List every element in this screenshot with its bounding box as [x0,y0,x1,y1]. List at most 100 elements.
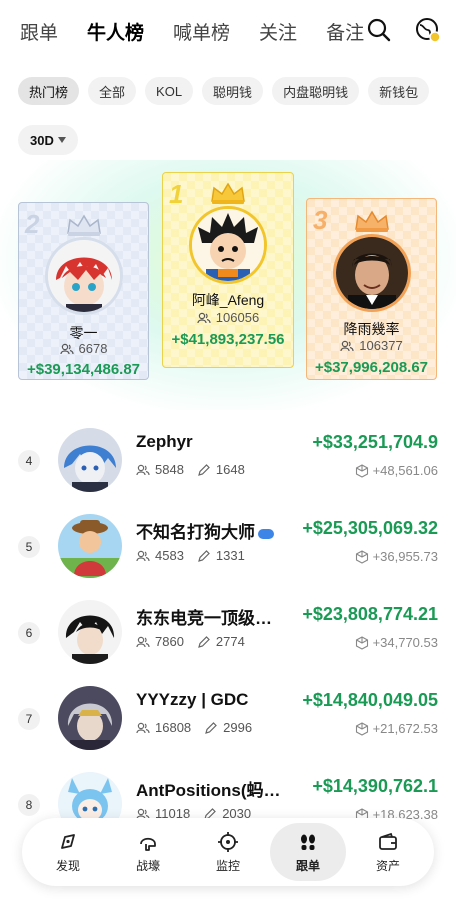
trader-pnl: +$14,840,049.05 [302,690,438,710]
podium-card-1[interactable]: 1 阿峰_Afeng 106056 +$41,893,237.56 [162,172,294,368]
list-item[interactable]: 5 不知名打狗大师 4583 1331 +$25,305,069.32 +36,… [0,506,456,592]
tab-call-board[interactable]: 喊单榜 [173,18,230,45]
filter-chips: 热门榜 全部 KOL 聪明钱 内盘聪明钱 新钱包 [18,77,430,105]
cube-icon [355,549,368,564]
bottom-nav-label: 跟单 [295,858,320,873]
podium-name: 零一 [69,325,98,341]
podium-rank: 2 [25,209,40,239]
trader-name: Zephyr [136,432,193,451]
search-icon[interactable] [366,17,392,43]
chevron-down-icon [57,137,66,143]
followers-count: 106377 [359,338,403,353]
podium-rank: 1 [169,179,184,209]
verified-badge-icon [258,528,274,539]
wallet-icon [379,832,397,850]
podium-card-3[interactable]: 3 降雨幾率 106377 +$37,996,208.67 [306,198,437,380]
globe-icon[interactable] [414,16,442,44]
tab-copy-trade[interactable]: 跟单 [20,18,58,45]
trader-name: AntPositions(蚂… [136,781,281,800]
period-label: 30D [30,132,54,148]
crown-icon [354,210,389,232]
cube-icon [355,721,368,736]
chip-all[interactable]: 全部 [88,77,137,105]
trader-pnl: +$23,808,774.21 [302,604,438,624]
followers-icon [197,312,211,323]
podium-followers: 106377 [307,338,436,353]
sub-pnl-value: +48,561.06 [372,463,438,478]
trader-name: 不知名打狗大师 [136,518,274,543]
followers-icon [136,636,150,647]
crown-icon [211,182,245,204]
bottom-nav-discover[interactable]: 发现 [30,823,106,881]
trader-sub-pnl: +48,561.06 [355,463,438,478]
avatar[interactable] [58,514,122,578]
podium-pnl: +$39,134,486.87 [26,361,141,378]
target-icon [218,831,238,852]
pencil-icon [198,463,210,476]
tab-following[interactable]: 关注 [259,18,297,45]
trader-sub-pnl: +36,955.73 [355,549,438,564]
bottom-nav-label: 战壕 [135,858,160,873]
rank-badge: 4 [18,450,40,472]
bottom-nav-trenches[interactable]: 战壕 [110,823,186,881]
chip-kol[interactable]: KOL [145,77,194,105]
posts-count: 1648 [215,462,245,477]
trader-sub-pnl: +34,770.53 [355,635,438,650]
posts-count: 2996 [223,720,253,735]
pencil-icon [205,721,218,734]
bottom-nav-copy-trade[interactable]: 跟单 [270,823,346,881]
chip-inner-smart-money[interactable]: 内盘聪明钱 [272,77,360,105]
podium-followers: 106056 [163,310,293,325]
cube-icon [355,635,368,650]
podium-pnl: +$37,996,208.67 [314,359,429,376]
followers-icon [136,464,150,475]
followers-count: 6678 [78,341,108,356]
period-dropdown[interactable]: 30D [18,125,78,155]
top-nav: 跟单 牛人榜 喊单榜 关注 备注 [0,0,456,62]
rank-badge: 8 [18,794,40,816]
trader-pnl: +$33,251,704.9 [312,432,438,452]
trader-pnl: +$25,305,069.32 [302,518,438,538]
avatar[interactable] [189,206,267,284]
tab-leaderboard[interactable]: 牛人榜 [87,18,144,45]
tab-notes[interactable]: 备注 [326,18,364,45]
bottom-nav-monitor[interactable]: 监控 [190,823,266,881]
pencil-icon [198,635,210,648]
rank-badge: 6 [18,622,40,644]
podium-pnl: +$41,893,237.56 [171,331,285,348]
bottom-nav-assets[interactable]: 资产 [350,823,426,881]
bottom-nav-label: 资产 [375,858,400,873]
trader-stats: 5848 1648 [136,462,245,477]
list-item[interactable]: 7 YYYzzy | GDC 16808 2996 +$14,840,049.0… [0,678,456,764]
trader-name: 东东电竞一顶级… [136,609,272,628]
trader-name: YYYzzy | GDC [136,690,249,709]
compass-icon [61,833,75,849]
pencil-icon [198,549,210,562]
footprints-icon [301,834,315,850]
avatar[interactable] [332,234,411,312]
trader-name-text: 不知名打狗大师 [136,523,255,542]
crown-icon [66,214,101,236]
bottom-nav-label: 监控 [215,858,240,873]
podium-name: 阿峰_Afeng [191,292,265,308]
rank-badge: 5 [18,536,40,558]
followers-icon [136,722,150,733]
cube-icon [355,463,368,478]
followers-icon [136,550,150,561]
followers-icon [340,340,354,351]
posts-count: 1331 [215,548,245,563]
avatar[interactable] [58,686,122,750]
podium-card-2[interactable]: 2 零一 6678 +$39,134,486.87 [18,202,149,380]
chip-smart-money[interactable]: 聪明钱 [202,77,264,105]
avatar[interactable] [44,237,123,315]
avatar[interactable] [58,428,122,492]
followers-count: 16808 [155,720,192,735]
list-item[interactable]: 6 东东电竞一顶级… 7860 2774 +$23,808,774.21 +34… [0,592,456,678]
followers-icon [59,343,74,354]
rank-badge: 7 [18,708,40,730]
podium-followers: 6678 [19,341,148,356]
list-item[interactable]: 4 Zephyr 5848 1648 +$33,251,704.9 +48,56… [0,420,456,506]
chip-hot[interactable]: 热门榜 [18,77,80,105]
chip-new-wallet[interactable]: 新钱包 [368,77,430,105]
avatar[interactable] [58,600,122,664]
